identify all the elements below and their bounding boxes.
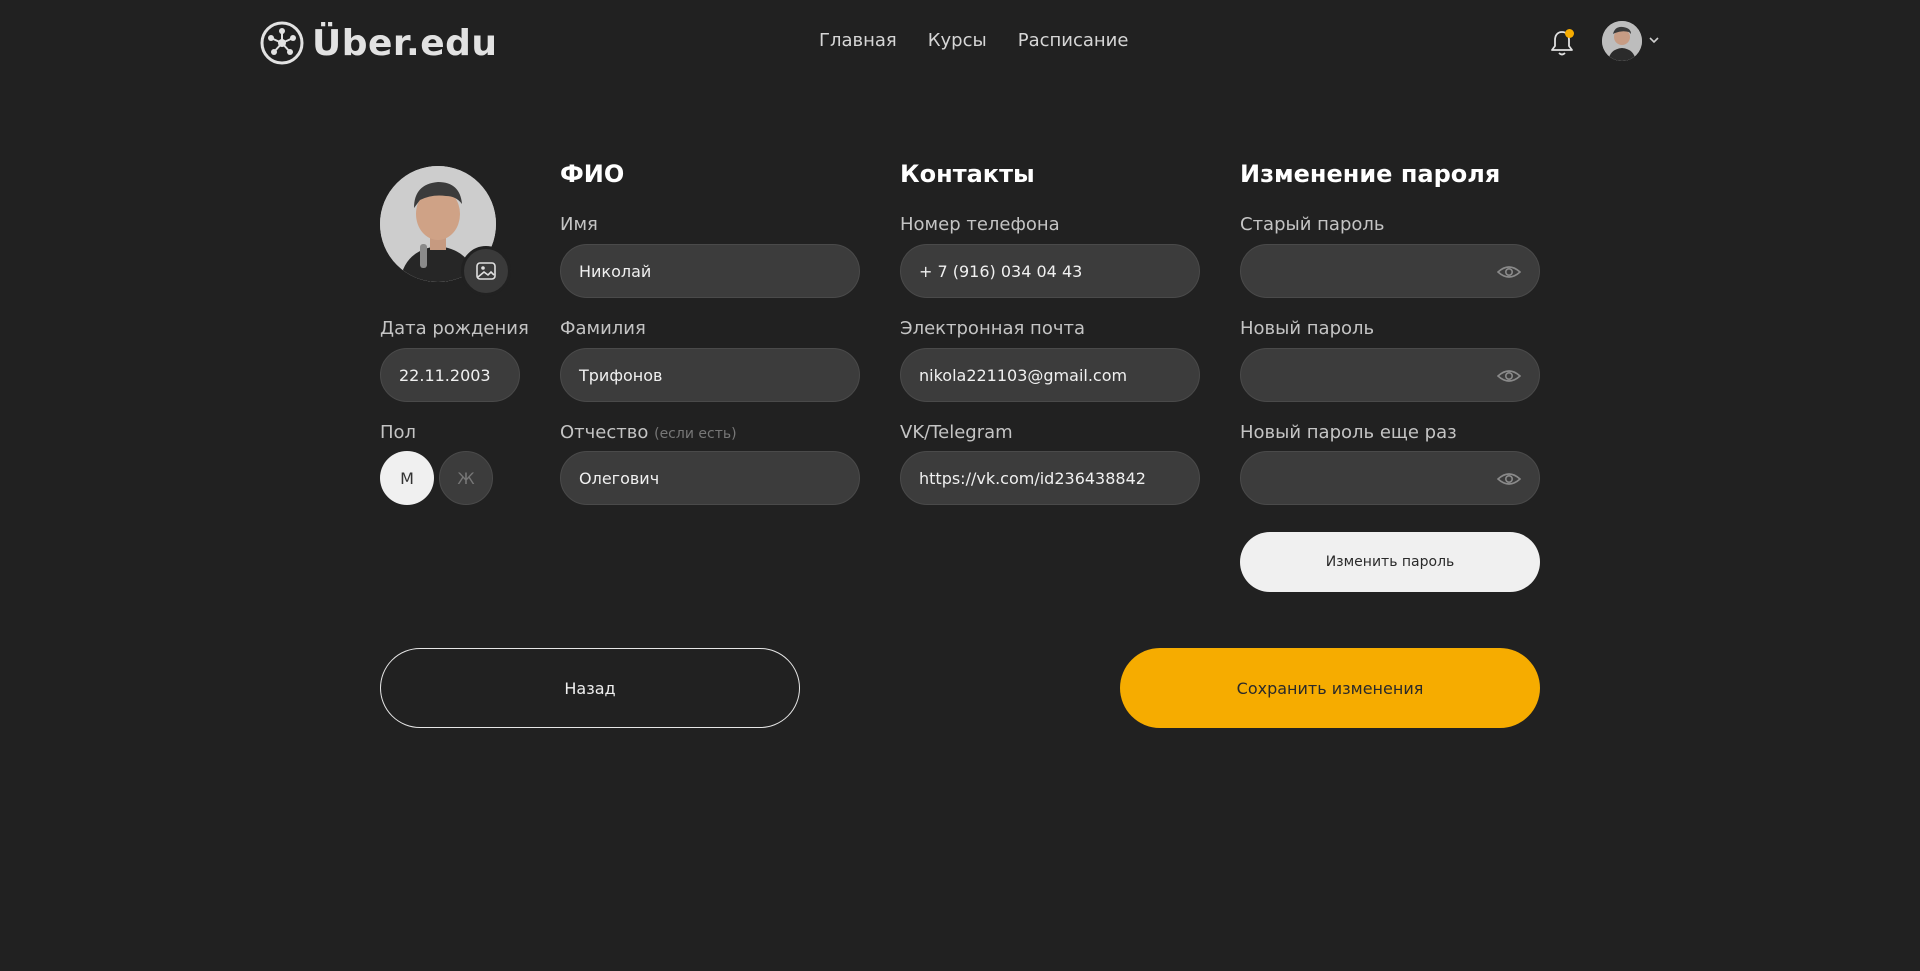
main-nav: Главная Курсы Расписание <box>819 30 1128 51</box>
old-password-input[interactable] <box>1240 244 1540 298</box>
eye-icon[interactable] <box>1497 262 1521 282</box>
middle-name-hint: (если есть) <box>654 426 737 442</box>
repeat-password-input[interactable] <box>1240 451 1540 505</box>
last-name-label: Фамилия <box>560 318 646 339</box>
gender-female-button[interactable]: Ж <box>439 451 493 505</box>
avatar-icon <box>1602 21 1642 61</box>
birthdate-input[interactable]: 22.11.2003 <box>380 348 520 402</box>
new-password-label: Новый пароль <box>1240 318 1375 339</box>
change-password-button[interactable]: Изменить пароль <box>1240 532 1540 592</box>
nav-item-home[interactable]: Главная <box>819 30 897 51</box>
image-icon <box>476 262 496 280</box>
notification-dot <box>1565 29 1574 38</box>
first-name-input[interactable]: Николай <box>560 244 860 298</box>
chevron-down-icon[interactable] <box>1648 34 1660 46</box>
fio-title: ФИО <box>560 160 625 188</box>
nav-item-schedule[interactable]: Расписание <box>1018 30 1129 51</box>
first-name-label: Имя <box>560 214 598 235</box>
email-input[interactable]: nikola221103@gmail.com <box>900 348 1200 402</box>
eye-icon[interactable] <box>1497 366 1521 386</box>
logo-text: Über.edu <box>312 22 498 64</box>
middle-name-label-text: Отчество <box>560 422 649 443</box>
gender-label: Пол <box>380 422 417 443</box>
social-label: VK/Telegram <box>900 422 1013 443</box>
social-input[interactable]: https://vk.com/id236438842 <box>900 451 1200 505</box>
nav-item-courses[interactable]: Курсы <box>928 30 987 51</box>
contacts-title: Контакты <box>900 160 1035 188</box>
logo[interactable]: Über.edu <box>260 20 498 66</box>
logo-icon <box>260 21 304 65</box>
last-name-input[interactable]: Трифонов <box>560 348 860 402</box>
back-button[interactable]: Назад <box>380 648 800 728</box>
middle-name-input[interactable]: Олегович <box>560 451 860 505</box>
middle-name-label: Отчество (если есть) <box>560 422 737 443</box>
birthdate-label: Дата рождения <box>380 318 529 339</box>
password-title: Изменение пароля <box>1240 160 1501 188</box>
save-button[interactable]: Сохранить изменения <box>1120 648 1540 728</box>
user-avatar[interactable] <box>1602 21 1642 61</box>
phone-label: Номер телефона <box>900 214 1060 235</box>
gender-male-button[interactable]: М <box>380 451 434 505</box>
eye-icon[interactable] <box>1497 469 1521 489</box>
new-password-input[interactable] <box>1240 348 1540 402</box>
phone-input[interactable]: + 7 (916) 034 04 43 <box>900 244 1200 298</box>
change-photo-button[interactable] <box>461 246 511 296</box>
old-password-label: Старый пароль <box>1240 214 1385 235</box>
repeat-password-label: Новый пароль еще раз <box>1240 422 1457 443</box>
email-label: Электронная почта <box>900 318 1085 339</box>
